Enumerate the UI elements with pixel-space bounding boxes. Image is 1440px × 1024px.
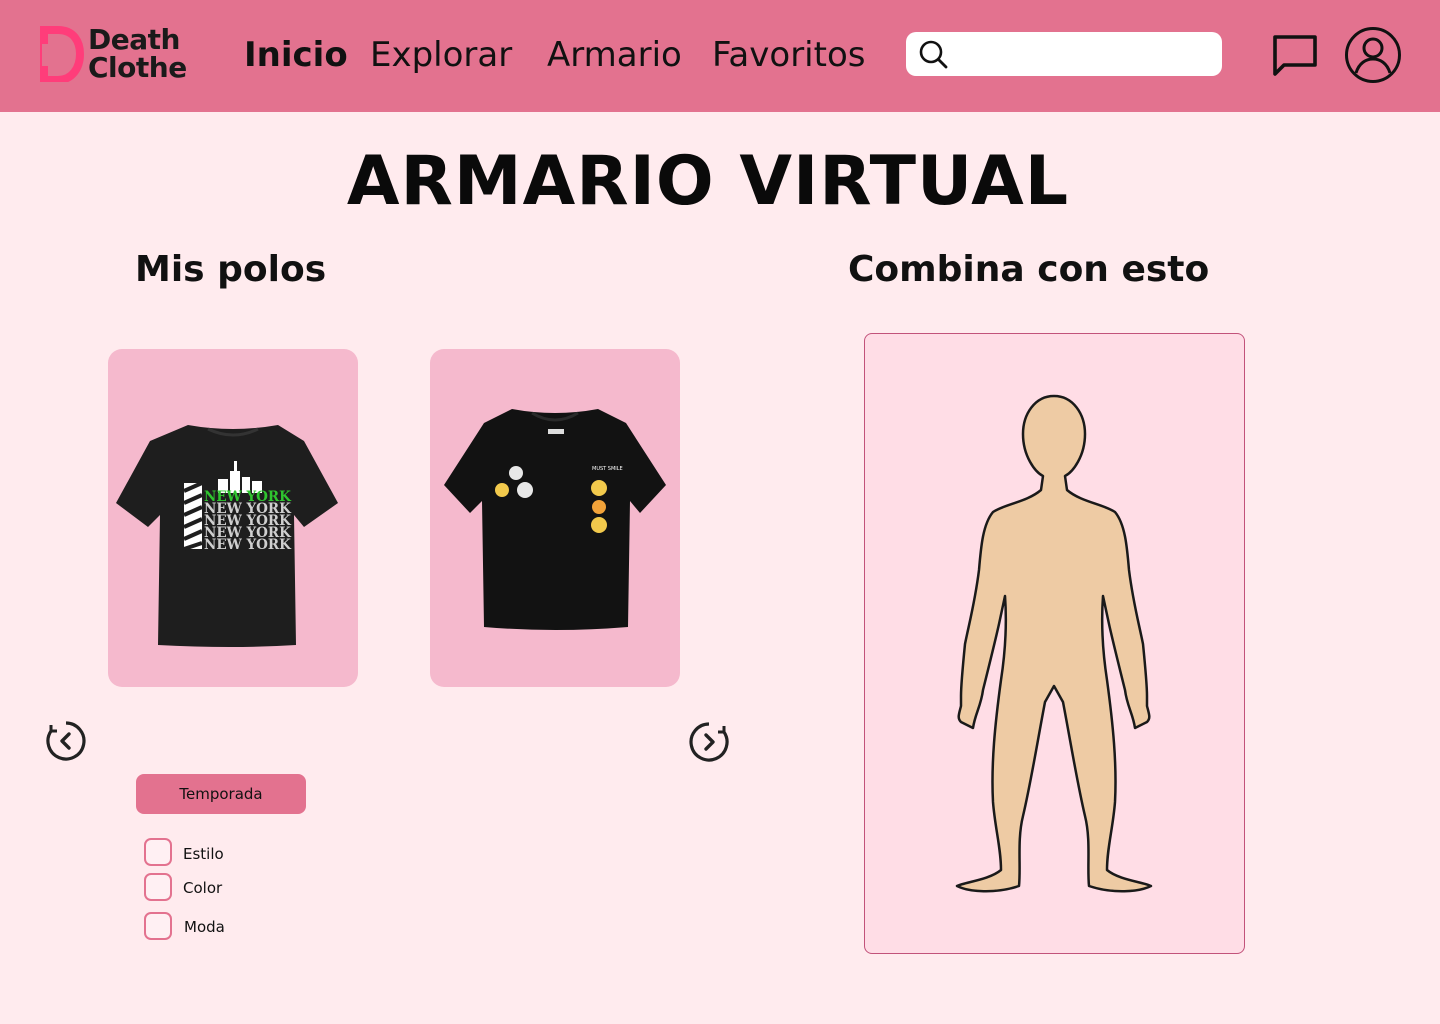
season-filter-button[interactable]: Temporada	[136, 774, 306, 814]
print-text: MUST SMILE	[592, 466, 623, 472]
page-title: ARMARIO VIRTUAL	[346, 142, 1070, 221]
chevron-right-circle-icon[interactable]	[689, 722, 729, 762]
print-line-5: NEW YORK	[204, 537, 292, 553]
chat-icon[interactable]	[1270, 32, 1320, 78]
nav-armario[interactable]: Armario	[547, 34, 682, 76]
search-icon	[919, 40, 948, 69]
outfit-preview-panel[interactable]	[864, 333, 1245, 954]
search-input[interactable]	[958, 38, 1212, 72]
mannequin-figure	[955, 394, 1153, 893]
match-title: Combina con esto	[848, 249, 1210, 290]
filter-checkbox[interactable]	[144, 912, 172, 940]
filter-label: Estilo	[183, 845, 224, 863]
wardrobe-title: Mis polos	[135, 249, 327, 290]
brand-logo[interactable]: Death Clothe	[40, 24, 200, 86]
brand-name: Death Clothe	[88, 26, 187, 82]
logo-d-icon	[40, 26, 84, 82]
top-header: Death Clothe Inicio Explorar Armario Fav…	[0, 0, 1440, 112]
tshirt-image: MUST SMILE	[444, 409, 666, 630]
filter-checkbox[interactable]	[144, 838, 172, 866]
brand-line2: Clothe	[88, 51, 187, 84]
tshirt-image: NEW YORK NEW YORK NEW YORK NEW YORK NEW …	[116, 425, 338, 647]
search-bar[interactable]	[906, 32, 1222, 76]
tshirt-card-new-york[interactable]: NEW YORK NEW YORK NEW YORK NEW YORK NEW …	[108, 349, 358, 687]
user-icon[interactable]	[1344, 26, 1402, 84]
nav-explorar[interactable]: Explorar	[370, 34, 512, 76]
nav-inicio[interactable]: Inicio	[244, 34, 348, 76]
filter-checkbox[interactable]	[144, 873, 172, 901]
tshirt-card-emoji[interactable]: MUST SMILE	[430, 349, 680, 687]
chevron-left-circle-icon[interactable]	[46, 721, 86, 761]
brand-line1: Death	[88, 23, 180, 56]
nav-favoritos[interactable]: Favoritos	[712, 34, 865, 76]
filter-label: Color	[183, 879, 223, 897]
filter-label: Moda	[184, 918, 225, 936]
